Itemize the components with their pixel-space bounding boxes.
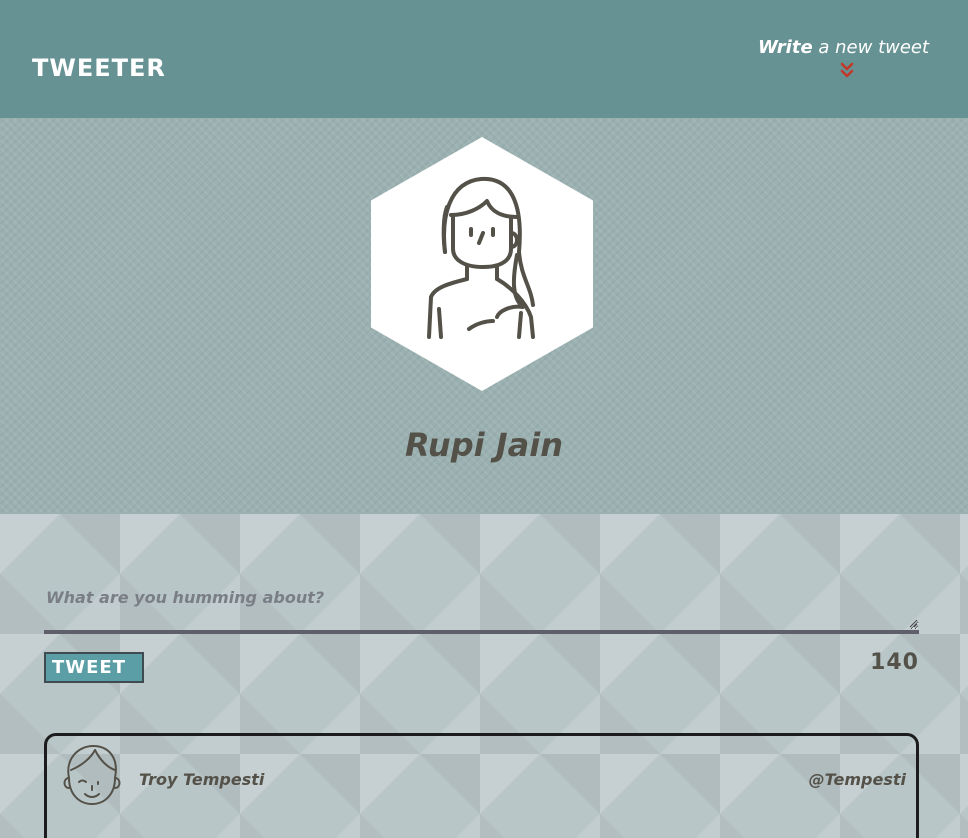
double-chevron-down-icon xyxy=(840,62,854,78)
write-new-tweet-toggle[interactable]: Write a new tweet xyxy=(758,37,929,85)
tweet-author-handle[interactable]: @Tempesti xyxy=(809,770,906,789)
profile-banner: Rupi Jain xyxy=(0,118,968,514)
man-avatar-icon xyxy=(63,745,121,805)
tweet-author-name[interactable]: Troy Tempesti xyxy=(139,770,264,789)
brand-logo[interactable]: TWEETER xyxy=(32,54,166,82)
tweet-compose-input[interactable] xyxy=(44,584,919,634)
textarea-resize-grip[interactable] xyxy=(909,619,918,628)
tweet-card: Troy Tempesti @Tempesti xyxy=(44,733,919,838)
compose-toggle-label: Write a new tweet xyxy=(758,37,929,58)
character-counter: 140 xyxy=(870,650,919,675)
main-content: TWEET 140 Troy Tempest xyxy=(0,514,968,838)
profile-name: Rupi Jain xyxy=(405,426,563,464)
compose-toggle-rest: a new tweet xyxy=(812,37,930,58)
woman-avatar-icon xyxy=(371,137,593,391)
tweet-submit-button[interactable]: TWEET xyxy=(44,652,144,683)
compose-toggle-strong: Write xyxy=(758,37,813,58)
top-nav: TWEETER Write a new tweet xyxy=(0,0,968,118)
